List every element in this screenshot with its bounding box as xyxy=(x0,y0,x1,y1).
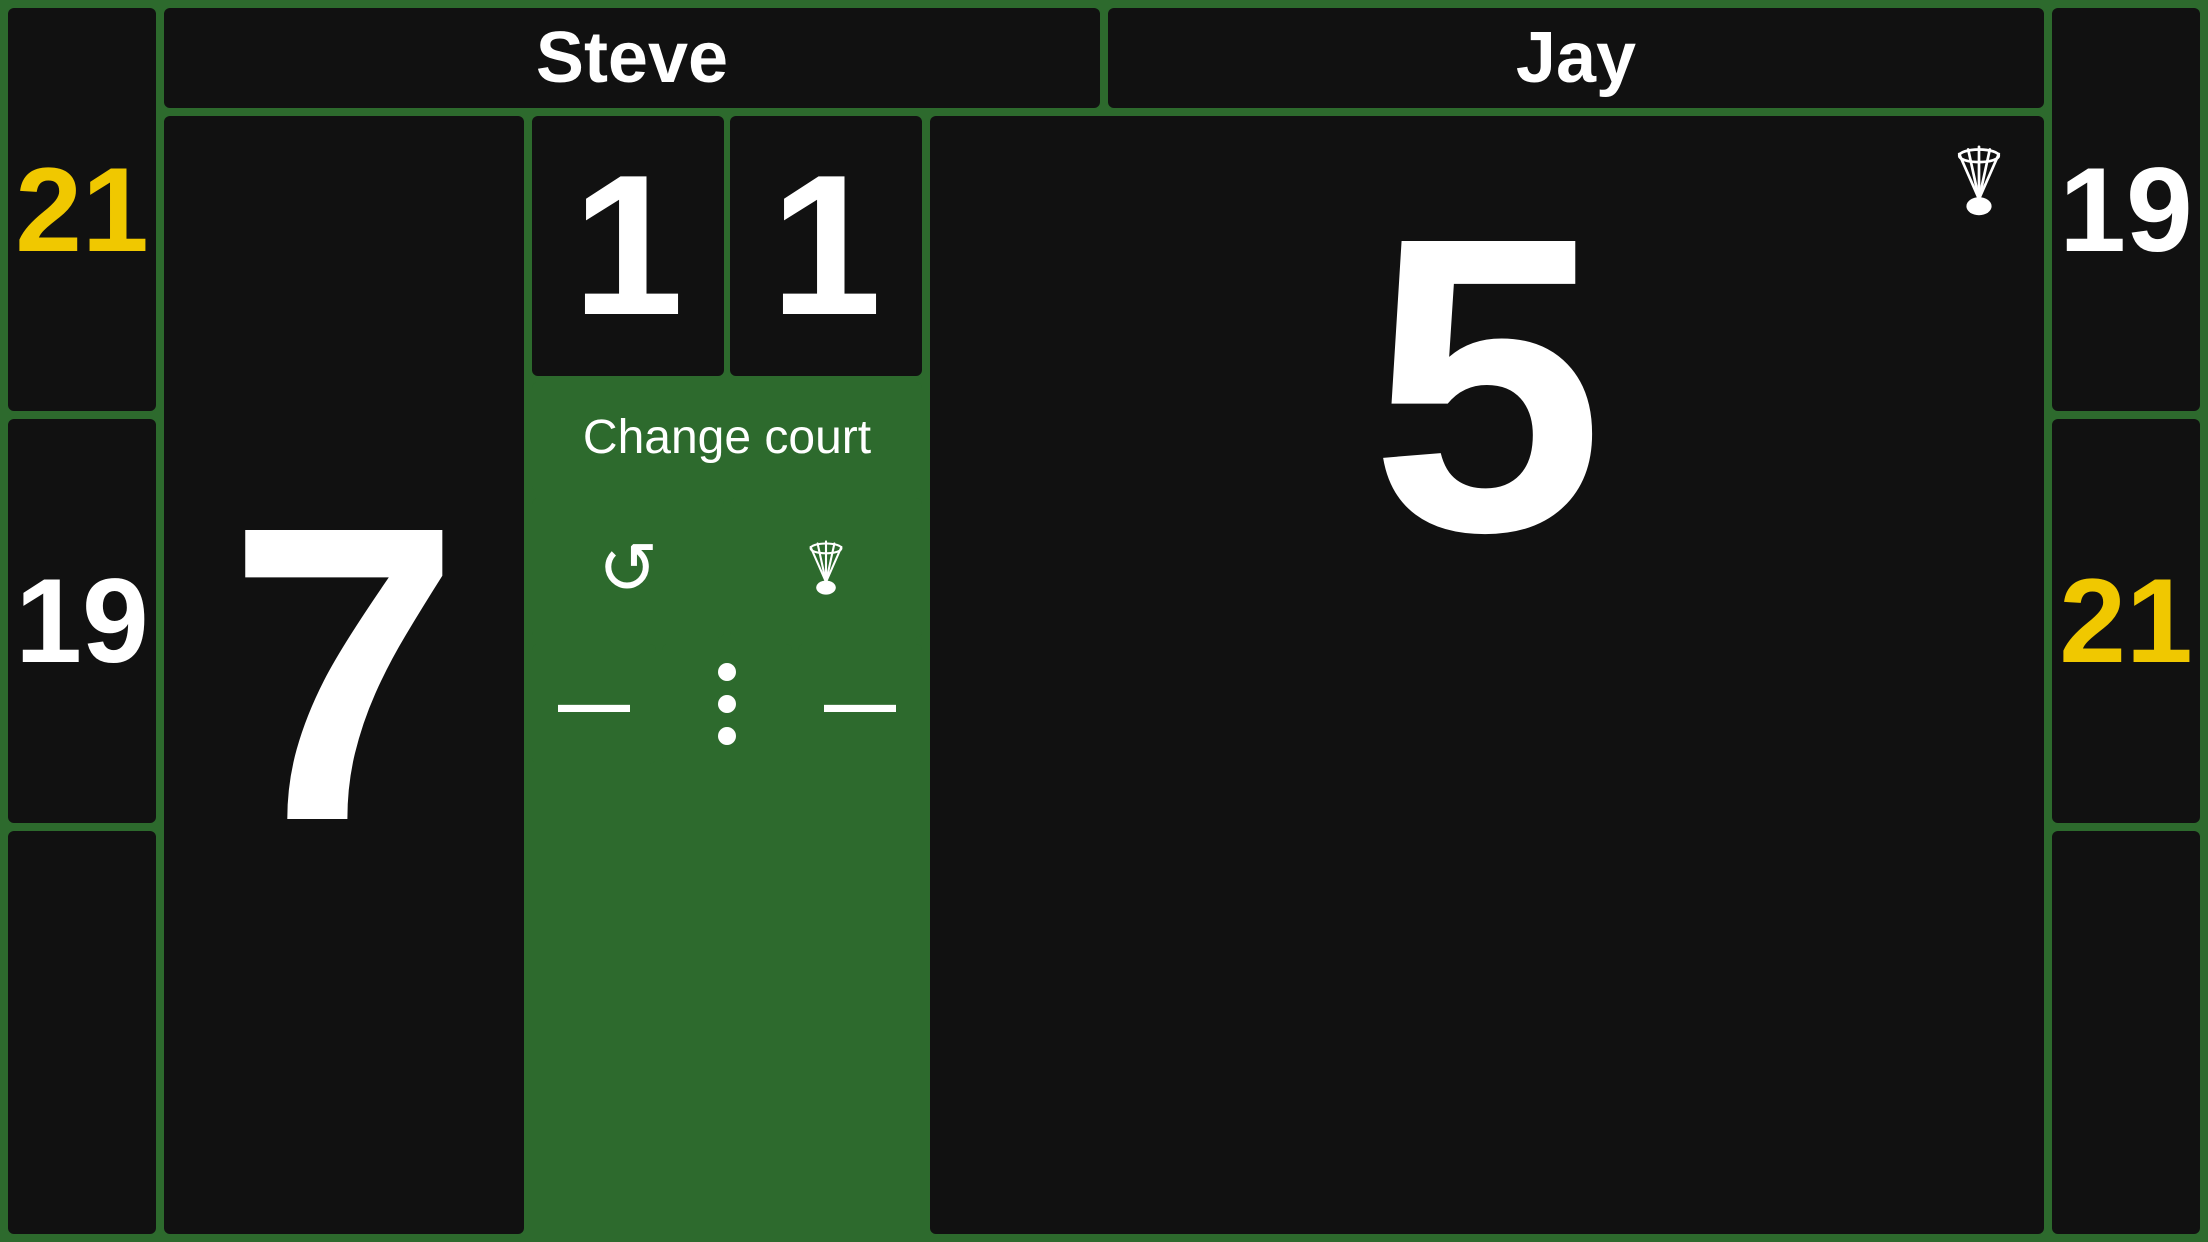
serve-shuttlecock-icon xyxy=(1934,136,2024,226)
left-player-header: Steve xyxy=(164,8,1100,108)
left-score-set3 xyxy=(8,831,156,1234)
minus-left-icon: — xyxy=(558,663,630,745)
change-court-button[interactable]: Change court xyxy=(532,382,922,492)
right-sidebar: 19 21 xyxy=(2052,8,2200,1234)
right-player-score-panel[interactable]: 5 xyxy=(930,116,2044,1234)
shuttlecock-icon xyxy=(791,533,861,603)
set-number-right: 1 xyxy=(770,146,881,346)
three-dots-icon xyxy=(718,663,736,745)
shuttlecock-button[interactable] xyxy=(730,498,922,638)
set-score-left: 1 xyxy=(532,116,724,376)
minus-right-icon: — xyxy=(824,663,896,745)
left-current-score: 7 xyxy=(227,465,461,885)
undo-button[interactable]: ↺ xyxy=(532,498,724,638)
undo-icon: ↺ xyxy=(598,526,658,610)
left-player-name: Steve xyxy=(536,17,728,99)
left-score-set2: 19 xyxy=(8,419,156,822)
menu-button[interactable] xyxy=(662,644,792,764)
change-court-label: Change court xyxy=(583,410,871,465)
right-player-header: Jay xyxy=(1108,8,2044,108)
set-score-right: 1 xyxy=(730,116,922,376)
score-adjust-row: — — xyxy=(532,644,922,764)
right-set1-score: 19 xyxy=(2059,150,2192,270)
action-row: ↺ xyxy=(532,498,922,638)
left-score-set1: 21 xyxy=(8,8,156,411)
left-player-score-panel[interactable]: 7 xyxy=(164,116,524,1234)
right-current-score: 5 xyxy=(1370,176,1604,596)
right-set2-score: 21 xyxy=(2059,561,2192,681)
center-column: Steve Jay 7 1 1 xyxy=(164,8,2044,1234)
sets-row: 1 1 xyxy=(532,116,922,376)
control-panel: 1 1 Change court ↺ xyxy=(532,116,922,1234)
left-set2-score: 19 xyxy=(15,561,148,681)
right-score-set1: 19 xyxy=(2052,8,2200,411)
set-number-left: 1 xyxy=(572,146,683,346)
minus-left-button[interactable]: — xyxy=(532,644,656,764)
right-score-set2: 21 xyxy=(2052,419,2200,822)
left-sidebar: 21 19 xyxy=(8,8,156,1234)
header-row: Steve Jay xyxy=(164,8,2044,108)
left-set1-score: 21 xyxy=(15,150,148,270)
content-row: 7 1 1 Change court xyxy=(164,116,2044,1234)
serve-indicator xyxy=(1934,136,2024,245)
app-layout: 21 19 Steve Jay 7 xyxy=(0,0,2208,1242)
minus-right-button[interactable]: — xyxy=(798,644,922,764)
right-score-set3 xyxy=(2052,831,2200,1234)
right-player-name: Jay xyxy=(1516,17,1636,99)
